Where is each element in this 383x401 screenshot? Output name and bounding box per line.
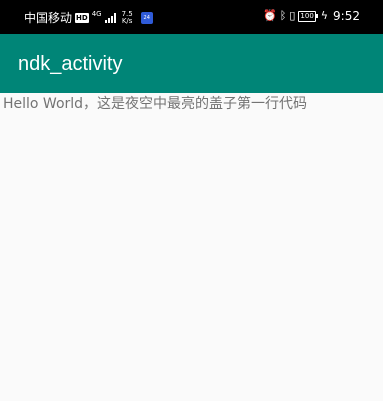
app-title: ndk_activity [18, 53, 123, 75]
vibrate-icon: ▯ [289, 9, 296, 22]
status-left-group: 中国移动 HD 4G 7.5 K/s 24 [24, 9, 153, 26]
status-clock: 9:52 [333, 9, 360, 23]
hello-text: Hello World，这是夜空中最亮的盖子第一行代码 [3, 96, 308, 112]
status-right-group: ⏰ ᛒ ▯ 100 ϟ 9:52 [263, 9, 360, 23]
alarm-icon: ⏰ [263, 9, 277, 22]
battery-icon: 100 [298, 10, 318, 22]
battery-tip [315, 14, 318, 18]
charging-icon: ϟ [320, 9, 329, 22]
network-speed: 7.5 K/s [121, 10, 133, 25]
main-content: Hello World，这是夜空中最亮的盖子第一行代码 [0, 93, 383, 401]
speed-unit: K/s [121, 16, 133, 25]
carrier-name: 中国移动 [24, 11, 73, 25]
hd-badge: HD [75, 12, 89, 23]
bluetooth-icon: ᛒ [279, 9, 287, 22]
status-bar: 中国移动 HD 4G 7.5 K/s 24 ⏰ ᛒ ▯ 100 ϟ 9:52 [0, 0, 383, 34]
battery-level: 100 [298, 10, 316, 22]
app-bar: ndk_activity [0, 34, 383, 93]
signal-strength-icon [104, 12, 116, 23]
app-notification-icon: 24 [140, 11, 153, 24]
network-type: 4G [91, 9, 102, 18]
